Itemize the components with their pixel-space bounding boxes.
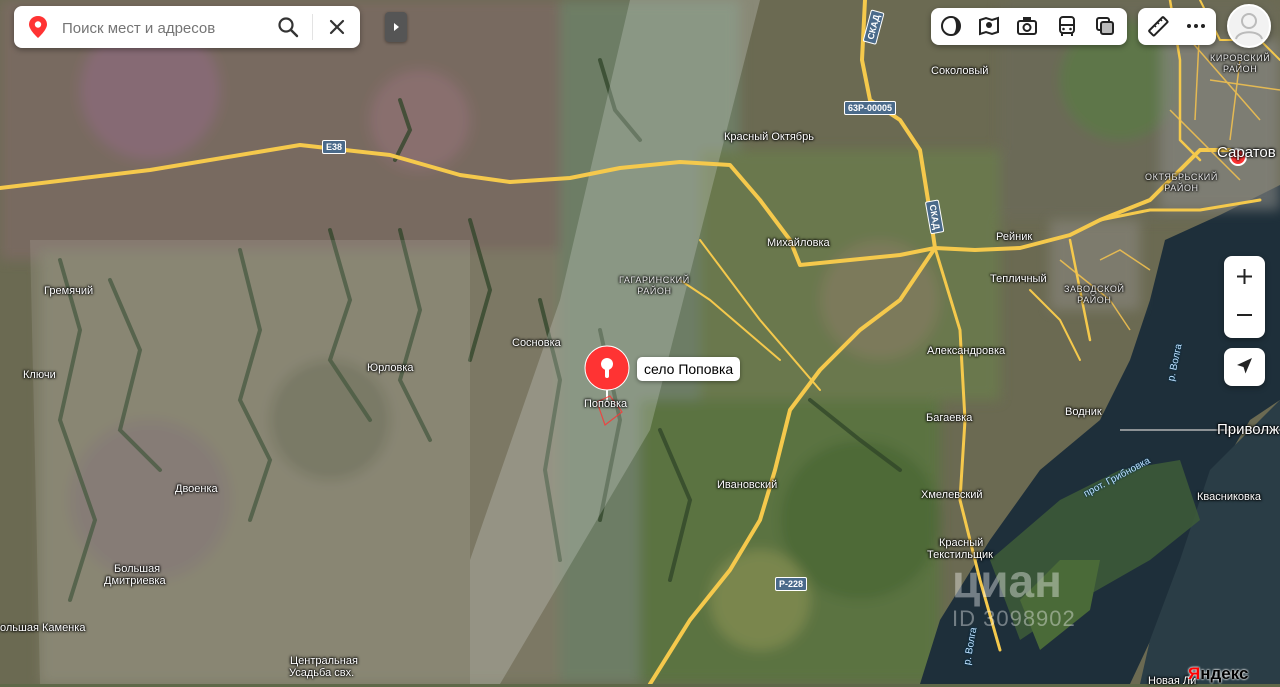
place-label: Михайловка <box>767 237 830 249</box>
place-label: ольшая Каменка <box>0 622 86 634</box>
watermark: циан ID 3098902 <box>952 555 1076 631</box>
layers-icon[interactable] <box>939 14 963 38</box>
district-label: КИРОВСКИЙ РАЙОН <box>1210 53 1271 74</box>
yandex-logo[interactable]: Яндекс <box>1188 664 1248 684</box>
district-label: ОКТЯБРЬСКИЙ РАЙОН <box>1145 172 1218 193</box>
close-icon[interactable] <box>325 15 349 39</box>
user-avatar[interactable] <box>1227 4 1271 48</box>
place-label: Усадьба свх. <box>289 667 355 679</box>
place-label: Красный <box>939 537 984 549</box>
satellite-map[interactable] <box>0 0 1280 684</box>
place-label: Поповка <box>584 398 628 410</box>
place-label: Большая <box>114 563 161 575</box>
place-label: Рейник <box>996 231 1033 243</box>
place-label: Сосновка <box>512 337 561 349</box>
place-label: Ключи <box>23 369 56 381</box>
map-toolbar <box>931 8 1127 45</box>
place-label: Водник <box>1065 406 1102 418</box>
tools-panel <box>1138 8 1216 45</box>
navigation-arrow-icon <box>1237 358 1252 374</box>
place-label: Тепличный <box>990 273 1047 285</box>
ruler-icon[interactable] <box>1146 14 1170 38</box>
zoom-control <box>1224 256 1265 338</box>
place-label: Двоенка <box>175 483 218 495</box>
place-label: Юрловка <box>367 362 414 374</box>
minus-icon <box>1237 314 1252 316</box>
place-label: Багаевка <box>926 412 973 424</box>
collapse-panel-button[interactable] <box>385 12 407 42</box>
zoom-in-button[interactable] <box>1224 256 1265 297</box>
plus-icon <box>1237 269 1252 284</box>
district-label: ЗАВОДСКОЙ РАЙОН <box>1064 284 1125 305</box>
city-label: Саратов <box>1217 144 1276 161</box>
transport-icon[interactable] <box>1055 14 1079 38</box>
panorama-icon[interactable] <box>1015 14 1039 38</box>
zoom-out-button[interactable] <box>1224 297 1265 338</box>
chevron-right-icon <box>394 23 399 31</box>
search-input[interactable] <box>60 15 278 41</box>
road-shield: E38 <box>322 140 347 154</box>
place-label: Соколовый <box>931 65 989 77</box>
place-label: Александровка <box>927 345 1006 357</box>
district-label: ГАГАРИНСКИЙ РАЙОН <box>619 275 690 296</box>
place-label: Центральная <box>290 655 358 667</box>
city-label: Приволж <box>1217 421 1280 438</box>
place-label: Красный Октябрь <box>724 131 814 143</box>
place-label: Хмелевский <box>921 489 983 501</box>
more-icon[interactable] <box>1184 14 1208 38</box>
user-icon <box>1235 13 1263 40</box>
map-layers-icon[interactable] <box>977 14 1001 38</box>
divider <box>312 14 313 40</box>
road-shield: Р-228 <box>775 577 808 591</box>
search-panel <box>14 6 360 48</box>
search-icon[interactable] <box>276 15 300 39</box>
my-location-button[interactable] <box>1224 348 1265 386</box>
road-shield: 63Р-00005 <box>844 101 897 115</box>
place-label: Ивановский <box>717 479 778 491</box>
location-pin-icon <box>29 16 47 38</box>
place-label: Квасниковка <box>1197 491 1262 503</box>
place-label: Гремячий <box>44 285 94 297</box>
place-label: Дмитриевка <box>104 575 166 587</box>
traffic-icon[interactable] <box>1093 14 1117 38</box>
marker-label[interactable]: село Поповка <box>637 357 741 381</box>
